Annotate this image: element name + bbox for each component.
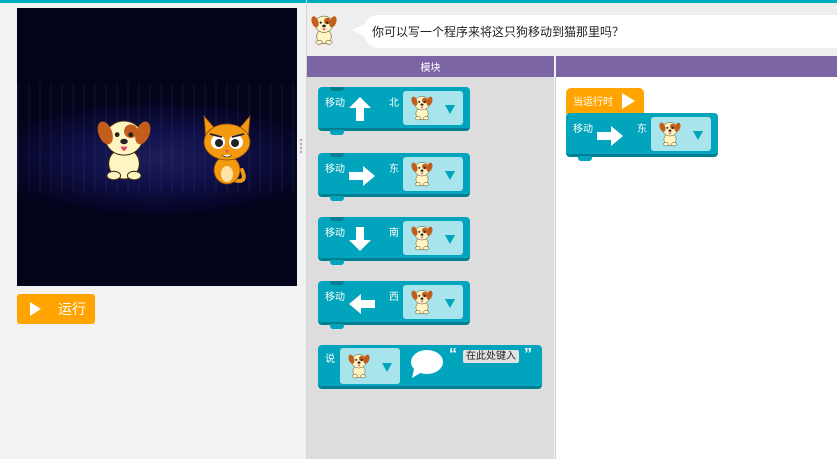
dog-icon [347, 353, 371, 379]
resize-handle[interactable] [299, 138, 303, 154]
dropdown-caret-icon [445, 235, 455, 244]
instruction-bubble: 你可以写一个程序来将这只狗移动到猫那里吗？ [364, 15, 837, 48]
sprite-dropdown[interactable] [403, 285, 463, 319]
left-arrow-icon [349, 294, 375, 314]
close-quote: ” [524, 346, 532, 363]
sprite-dropdown[interactable] [403, 91, 463, 125]
block-label: 移动 [325, 292, 345, 303]
sprite-dropdown[interactable] [340, 348, 400, 384]
dropdown-caret-icon [693, 131, 703, 140]
dropdown-caret-icon [445, 105, 455, 114]
block-label: 移动 [325, 98, 345, 109]
dog-icon [410, 161, 434, 187]
dropdown-caret-icon [445, 299, 455, 308]
sprite-dropdown[interactable] [403, 157, 463, 191]
block-label: 移动 [325, 228, 345, 239]
toolbox-header: 模块 [307, 56, 554, 77]
direction-label: 西 [389, 292, 399, 303]
say-block[interactable]: 说 “ 在此处键入 ” [318, 345, 542, 389]
speech-bubble-icon [411, 350, 443, 378]
play-icon [622, 93, 635, 109]
say-text-input[interactable]: 在此处键入 [463, 350, 519, 363]
sprite-dropdown[interactable] [651, 117, 711, 151]
up-arrow-icon [349, 97, 371, 121]
when-run-block[interactable]: 当运行时 [566, 88, 644, 114]
dropdown-caret-icon [445, 171, 455, 180]
play-icon [30, 302, 41, 316]
workspace-move-east-block[interactable]: 移动 东 [566, 113, 718, 161]
instruction-text: 你可以写一个程序来将这只狗移动到猫那里吗？ [372, 25, 625, 39]
right-arrow-icon [349, 166, 375, 186]
move-east-block[interactable]: 移动 东 [318, 153, 470, 201]
dropdown-caret-icon [382, 363, 392, 372]
move-north-block[interactable]: 移动 北 [318, 87, 470, 135]
dog-icon [410, 95, 434, 121]
block-label: 移动 [325, 164, 345, 175]
down-arrow-icon [349, 227, 371, 251]
direction-label: 东 [637, 124, 647, 135]
move-south-block[interactable]: 移动 南 [318, 217, 470, 265]
direction-label: 东 [389, 164, 399, 175]
block-label: 移动 [573, 124, 593, 135]
move-west-block[interactable]: 移动 西 [318, 281, 470, 329]
toolbox: 移动 北 移动 东 移动 南 移动 西 [307, 77, 554, 459]
dog-avatar [309, 14, 339, 45]
dog-icon [410, 225, 434, 251]
dog-icon [658, 121, 682, 147]
run-button[interactable]: 运行 [17, 294, 95, 324]
toolbox-header-label: 模块 [420, 63, 441, 74]
dog-icon [410, 289, 434, 315]
open-quote: “ [449, 346, 457, 363]
right-arrow-icon [597, 126, 623, 146]
run-button-label: 运行 [58, 301, 86, 317]
cat-sprite [203, 114, 251, 185]
workspace-header [556, 56, 837, 77]
game-stage [17, 8, 297, 286]
direction-label: 南 [389, 228, 399, 239]
dog-sprite [95, 118, 153, 181]
direction-label: 北 [389, 98, 399, 109]
when-run-label: 当运行时 [573, 97, 613, 108]
sprite-dropdown[interactable] [403, 221, 463, 255]
say-label: 说 [325, 354, 335, 365]
